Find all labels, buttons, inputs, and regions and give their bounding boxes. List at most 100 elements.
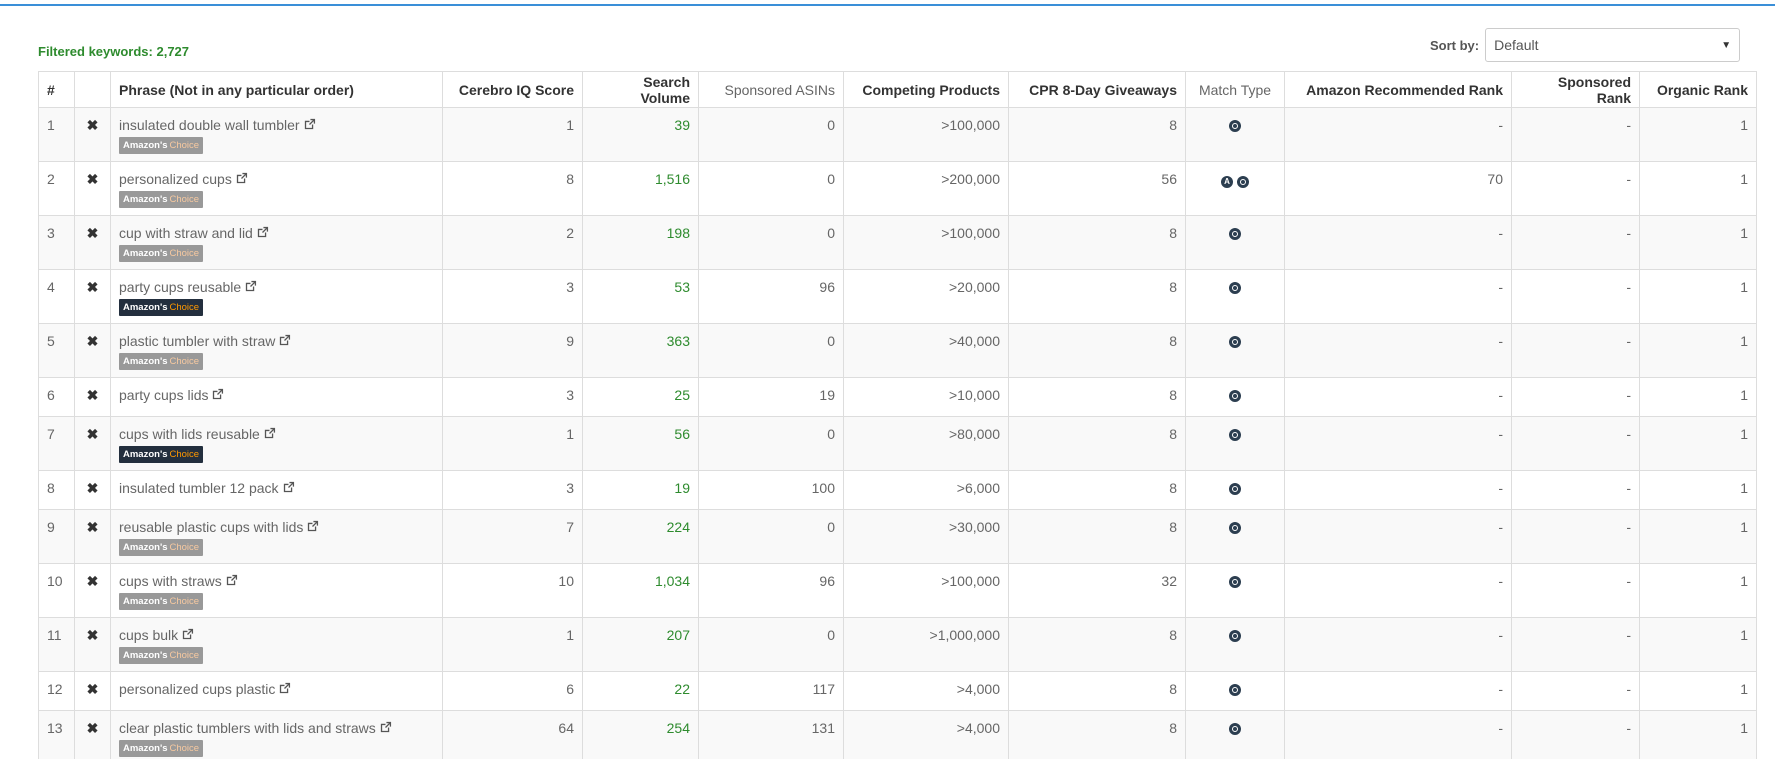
match-type-icons: [1229, 483, 1241, 495]
delete-keyword-button[interactable]: ✖: [74, 563, 111, 618]
competing-products: >1,000,000: [843, 617, 1009, 672]
delete-keyword-button[interactable]: ✖: [74, 509, 111, 564]
delete-keyword-button[interactable]: ✖: [74, 215, 111, 270]
external-link-icon[interactable]: [282, 481, 295, 494]
cerebro-iq-score: 7: [442, 509, 583, 564]
delete-keyword-button[interactable]: ✖: [74, 107, 111, 162]
badge-amazons-text: Amazon's: [123, 743, 168, 754]
close-icon: ✖: [86, 117, 99, 133]
competing-products: >4,000: [843, 671, 1009, 711]
external-link-icon[interactable]: [303, 118, 316, 131]
row-index: 5: [38, 323, 75, 378]
col-header-match-type: Match Type: [1185, 71, 1285, 108]
col-header-cerebro-iq[interactable]: Cerebro IQ Score: [442, 71, 583, 108]
delete-keyword-button[interactable]: ✖: [74, 671, 111, 711]
badge-choice-text: Choice: [169, 449, 200, 460]
col-header-organic-rank[interactable]: Organic Rank: [1639, 71, 1757, 108]
match-type-broad-icon[interactable]: [1229, 723, 1241, 735]
match-type-broad-icon[interactable]: [1229, 522, 1241, 534]
external-link-icon[interactable]: [211, 388, 224, 401]
phrase-link[interactable]: cups bulk: [119, 627, 178, 643]
match-type-broad-icon[interactable]: [1229, 390, 1241, 402]
external-link-icon[interactable]: [263, 427, 276, 440]
col-header-index[interactable]: #: [38, 71, 75, 108]
external-link-icon[interactable]: [306, 520, 319, 533]
table-row: 11 ✖ cups bulk Amazon's Choice 1 207 0 >1,000,00…: [38, 617, 1757, 672]
phrase-link[interactable]: personalized cups: [119, 171, 232, 187]
match-type-broad-icon[interactable]: [1229, 684, 1241, 696]
match-type-broad-icon[interactable]: [1229, 336, 1241, 348]
cerebro-iq-score: 1: [442, 416, 583, 471]
phrase-link[interactable]: insulated double wall tumbler: [119, 117, 300, 133]
delete-keyword-button[interactable]: ✖: [74, 323, 111, 378]
organic-rank: 1: [1639, 377, 1757, 417]
organic-rank: 1: [1639, 617, 1757, 672]
cpr-giveaways: 32: [1008, 563, 1186, 618]
external-link-icon[interactable]: [278, 334, 291, 347]
sort-select[interactable]: Default ▼: [1485, 28, 1741, 62]
delete-keyword-button[interactable]: ✖: [74, 269, 111, 324]
phrase-link[interactable]: insulated tumbler 12 pack: [119, 480, 279, 496]
phrase-link[interactable]: cups with lids reusable: [119, 426, 260, 442]
close-icon: ✖: [86, 426, 99, 442]
col-header-competing-products[interactable]: Competing Products: [843, 71, 1009, 108]
row-index: 9: [38, 509, 75, 564]
organic-rank: 1: [1639, 161, 1757, 216]
close-icon: ✖: [86, 279, 99, 295]
match-type-broad-icon[interactable]: [1229, 576, 1241, 588]
phrase-link[interactable]: plastic tumbler with straw: [119, 333, 275, 349]
delete-keyword-button[interactable]: ✖: [74, 416, 111, 471]
match-type-icons: [1229, 630, 1241, 642]
match-type-broad-icon[interactable]: [1237, 176, 1249, 188]
close-icon: ✖: [86, 627, 99, 643]
col-header-phrase[interactable]: Phrase (Not in any particular order): [110, 71, 443, 108]
delete-keyword-button[interactable]: ✖: [74, 617, 111, 672]
match-type-cell: [1185, 323, 1285, 378]
col-header-sponsored-rank[interactable]: Sponsored Rank: [1511, 71, 1640, 108]
external-link-icon[interactable]: [379, 721, 392, 734]
organic-rank: 1: [1639, 470, 1757, 510]
sponsored-rank: -: [1511, 617, 1640, 672]
external-link-icon[interactable]: [181, 628, 194, 641]
match-type-icons: [1229, 684, 1241, 696]
match-type-broad-icon[interactable]: [1229, 483, 1241, 495]
phrase-link[interactable]: cups with straws: [119, 573, 222, 589]
match-type-a-icon[interactable]: A: [1221, 176, 1233, 188]
phrase-link[interactable]: reusable plastic cups with lids: [119, 519, 303, 535]
row-index: 8: [38, 470, 75, 510]
phrase-link[interactable]: cup with straw and lid: [119, 225, 253, 241]
phrase-link[interactable]: clear plastic tumblers with lids and str…: [119, 720, 376, 736]
amazons-choice-badge: Amazon's Choice: [119, 647, 204, 664]
phrase-link[interactable]: personalized cups plastic: [119, 681, 275, 697]
col-header-delete: [74, 71, 111, 108]
col-header-search-volume[interactable]: Search Volume: [582, 71, 699, 108]
match-type-broad-icon[interactable]: [1229, 429, 1241, 441]
match-type-broad-icon[interactable]: [1229, 228, 1241, 240]
external-link-icon[interactable]: [256, 226, 269, 239]
delete-keyword-button[interactable]: ✖: [74, 161, 111, 216]
external-link-icon[interactable]: [278, 682, 291, 695]
search-volume: 207: [582, 617, 699, 672]
cerebro-iq-score: 3: [442, 377, 583, 417]
table-row: 2 ✖ personalized cups Amazon's Choice 8 1,516 0…: [38, 161, 1757, 216]
phrase-link[interactable]: party cups lids: [119, 387, 208, 403]
badge-amazons-text: Amazon's: [123, 542, 168, 553]
match-type-broad-icon[interactable]: [1229, 630, 1241, 642]
external-link-icon[interactable]: [225, 574, 238, 587]
phrase-link[interactable]: party cups reusable: [119, 279, 241, 295]
badge-choice-text: Choice: [169, 356, 200, 367]
cerebro-iq-score: 6: [442, 671, 583, 711]
cpr-giveaways: 8: [1008, 617, 1186, 672]
external-link-icon[interactable]: [235, 172, 248, 185]
external-link-icon[interactable]: [244, 280, 257, 293]
table-row: 10 ✖ cups with straws Amazon's Choice 10 1,034…: [38, 563, 1757, 618]
delete-keyword-button[interactable]: ✖: [74, 710, 111, 759]
match-type-broad-icon[interactable]: [1229, 120, 1241, 132]
delete-keyword-button[interactable]: ✖: [74, 377, 111, 417]
col-header-amazon-recommended-rank[interactable]: Amazon Recommended Rank: [1284, 71, 1512, 108]
col-header-cpr-giveaways[interactable]: CPR 8-Day Giveaways: [1008, 71, 1186, 108]
amazon-recommended-rank: -: [1284, 215, 1512, 270]
match-type-broad-icon[interactable]: [1229, 282, 1241, 294]
col-header-sponsored-asins[interactable]: Sponsored ASINs: [698, 71, 844, 108]
delete-keyword-button[interactable]: ✖: [74, 470, 111, 510]
